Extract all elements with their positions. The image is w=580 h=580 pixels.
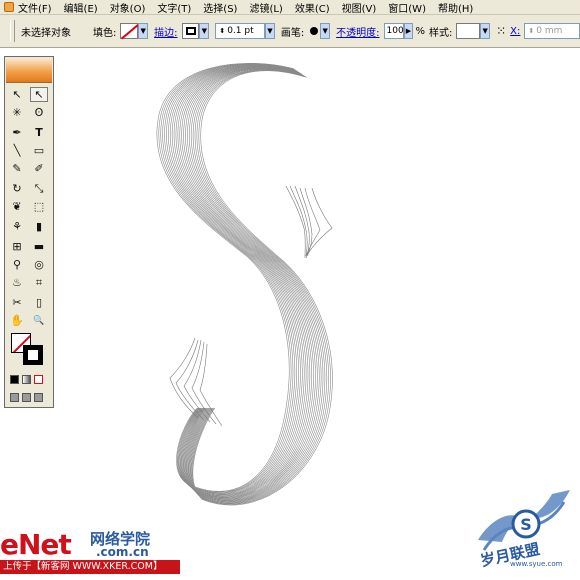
magic-wand-tool-icon[interactable]: ✳ bbox=[8, 105, 26, 120]
s-contour-line bbox=[167, 64, 301, 496]
menu-bar: 文件(F) 编辑(E) 对象(O) 文字(T) 选择(S) 滤镜(L) 效果(C… bbox=[0, 0, 580, 15]
style-swatch[interactable] bbox=[456, 23, 481, 39]
stroke-weight-field[interactable]: ⬍ 0.1 pt bbox=[215, 23, 265, 39]
selection-status: 未选择对象 bbox=[20, 27, 71, 39]
direct-selection-tool-icon[interactable]: ↖ bbox=[30, 87, 48, 102]
type-tool-icon[interactable]: T bbox=[30, 125, 48, 140]
hand-tool-icon[interactable]: ✋ bbox=[8, 313, 26, 328]
eraser-tool-icon[interactable]: ▯ bbox=[30, 295, 48, 310]
scale-tool-icon[interactable]: ⤡ bbox=[30, 181, 48, 196]
opacity-arrow[interactable]: ▶ bbox=[403, 23, 414, 39]
graph-tool-icon[interactable]: ▮ bbox=[30, 219, 48, 234]
s-contour-line bbox=[156, 62, 294, 492]
full-screen-mode-icon[interactable] bbox=[34, 393, 43, 402]
brush-dropdown-arrow[interactable]: ▼ bbox=[320, 23, 331, 39]
pencil-tool-icon[interactable]: ✐ bbox=[30, 161, 48, 176]
syue-logo: S 岁月联盟 www.syue.com bbox=[470, 480, 578, 572]
gradient-tool-icon[interactable]: ▬ bbox=[30, 239, 48, 254]
menu-file[interactable]: 文件(F) bbox=[18, 0, 52, 15]
s-contour-line bbox=[164, 64, 297, 494]
blend-tool-icon[interactable]: ◎ bbox=[30, 257, 48, 272]
free-transform-tool-icon[interactable]: ⬚ bbox=[30, 199, 48, 214]
tools-panel-header-logo[interactable] bbox=[6, 58, 52, 83]
enet-watermark-logo: eNet bbox=[0, 528, 72, 561]
paintbrush-tool-icon[interactable]: ✎ bbox=[8, 161, 26, 176]
fill-dropdown-arrow[interactable]: ▼ bbox=[138, 23, 149, 39]
opacity-field[interactable]: 100 bbox=[383, 23, 404, 39]
stroke-color-box[interactable] bbox=[23, 345, 43, 365]
selection-tool-icon[interactable]: ↖ bbox=[8, 87, 26, 102]
svg-text:S: S bbox=[520, 515, 532, 534]
enet-watermark-url: .com.cn bbox=[96, 545, 149, 559]
menu-window[interactable]: 窗口(W) bbox=[388, 0, 426, 15]
opacity-label-link[interactable]: 不透明度: bbox=[336, 24, 379, 39]
line-tool-icon[interactable]: ╲ bbox=[8, 143, 26, 158]
upload-credit-banner: 上传于【新客网 WWW.XKER.COM】 bbox=[0, 560, 180, 574]
menu-effect[interactable]: 效果(C) bbox=[295, 0, 330, 15]
standard-screen-mode-icon[interactable] bbox=[10, 393, 19, 402]
screen-mode-row bbox=[10, 393, 50, 403]
fill-stroke-selector bbox=[11, 333, 47, 367]
menu-type[interactable]: 文字(T) bbox=[157, 0, 191, 15]
lasso-tool-icon[interactable]: ʘ bbox=[30, 105, 48, 120]
brush-label: 画笔: bbox=[280, 27, 305, 39]
s-contour-line bbox=[162, 63, 296, 494]
scissors-tool-icon[interactable]: ✂ bbox=[8, 295, 26, 310]
menu-help[interactable]: 帮助(H) bbox=[438, 0, 473, 15]
opacity-unit: % bbox=[415, 25, 425, 37]
eyedropper-tool-icon[interactable]: ⚲ bbox=[8, 257, 26, 272]
style-dropdown-arrow[interactable]: ▼ bbox=[480, 23, 491, 39]
menu-select[interactable]: 选择(S) bbox=[203, 0, 237, 15]
full-screen-menu-mode-icon[interactable] bbox=[22, 393, 31, 402]
color-mode-row bbox=[10, 375, 50, 385]
x-position-field[interactable]: ⬍ 0 mm bbox=[524, 23, 580, 39]
tools-panel: ↖ ↖ ✳ ʘ ✒ T ╲ ▭ ✎ ✐ ↻ ⤡ ❦ ⬚ ⚘ ▮ ⊞ ▬ ⚲ ◎ … bbox=[4, 56, 54, 408]
menu-object[interactable]: 对象(O) bbox=[110, 0, 146, 15]
x-position-value: 0 mm bbox=[536, 26, 563, 36]
control-bar-grip[interactable] bbox=[10, 20, 15, 42]
color-mode-icon[interactable] bbox=[10, 375, 19, 384]
style-label: 样式: bbox=[428, 27, 453, 39]
stepper-icon[interactable]: ⬍ bbox=[219, 27, 225, 35]
menu-edit[interactable]: 编辑(E) bbox=[64, 0, 98, 15]
stroke-weight-dropdown-arrow[interactable]: ▼ bbox=[264, 23, 275, 39]
reference-point-icon[interactable]: ⁙ bbox=[496, 24, 506, 38]
x-stepper-icon[interactable]: ⬍ bbox=[528, 27, 534, 35]
fill-label: 填色: bbox=[92, 27, 117, 39]
none-mode-icon[interactable] bbox=[34, 375, 43, 384]
gradient-mode-icon[interactable] bbox=[22, 375, 31, 384]
rectangle-tool-icon[interactable]: ▭ bbox=[30, 143, 48, 158]
stroke-dropdown-arrow[interactable]: ▼ bbox=[199, 23, 210, 39]
live-paint-bucket-tool-icon[interactable]: ♨ bbox=[8, 275, 26, 290]
menu-view[interactable]: 视图(V) bbox=[342, 0, 377, 15]
mesh-tool-icon[interactable]: ⊞ bbox=[8, 239, 26, 254]
menu-filter[interactable]: 滤镜(L) bbox=[249, 0, 282, 15]
brush-dot-icon[interactable] bbox=[310, 27, 319, 35]
rotate-tool-icon[interactable]: ↻ bbox=[8, 181, 26, 196]
warp-tool-icon[interactable]: ❦ bbox=[8, 199, 26, 214]
control-bar: 未选择对象 填色: ▼ 描边: ▼ ⬍ 0.1 pt ▼ 画笔: ▼ 不透明度:… bbox=[0, 15, 580, 48]
x-label-link[interactable]: X: bbox=[510, 26, 520, 37]
live-paint-selection-tool-icon[interactable]: ⌗ bbox=[30, 275, 48, 290]
stroke-weight-value: 0.1 pt bbox=[227, 26, 254, 36]
stroke-label-link[interactable]: 描边: bbox=[154, 24, 177, 39]
syue-logo-url: www.syue.com bbox=[510, 560, 563, 568]
illustrator-app-icon[interactable] bbox=[4, 2, 14, 12]
stroke-swatch[interactable] bbox=[181, 23, 200, 39]
fill-swatch[interactable] bbox=[120, 23, 139, 39]
symbol-sprayer-tool-icon[interactable]: ⚘ bbox=[8, 219, 26, 234]
zoom-tool-icon[interactable]: 🔍 bbox=[30, 313, 48, 328]
pen-tool-icon[interactable]: ✒ bbox=[8, 125, 26, 140]
